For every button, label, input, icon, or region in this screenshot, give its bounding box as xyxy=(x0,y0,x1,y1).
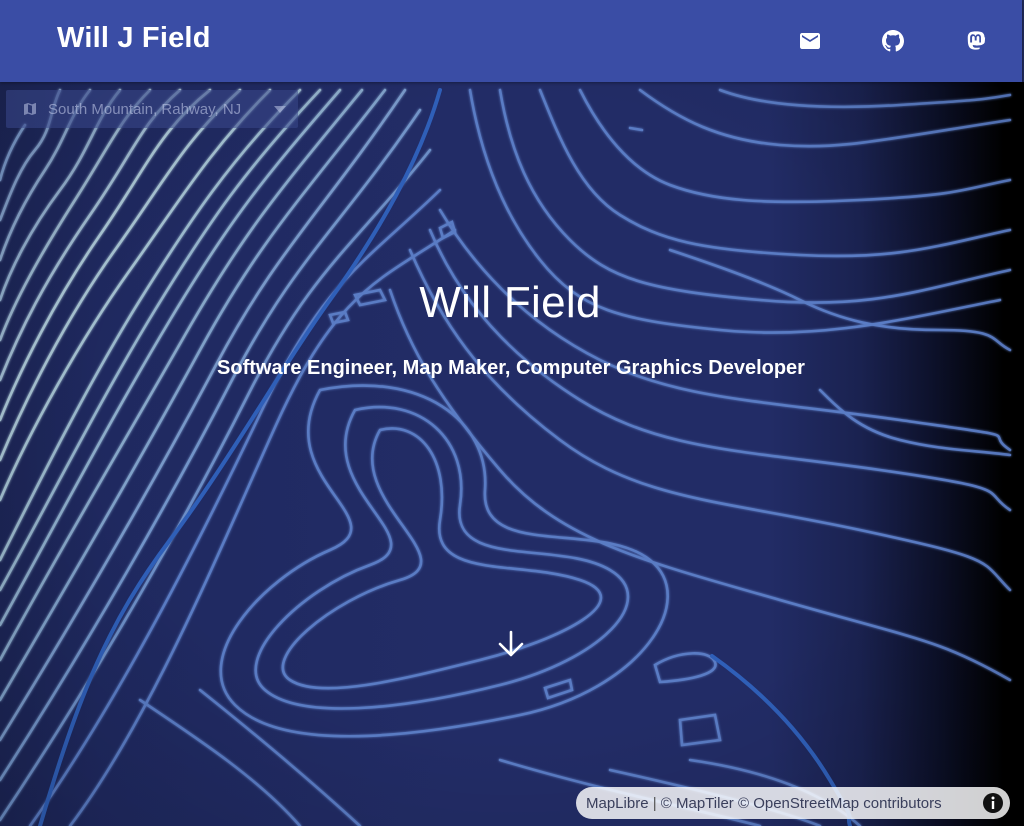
hero-title: Will Field xyxy=(419,278,601,327)
maptiler-link[interactable]: © MapTiler xyxy=(661,795,734,812)
email-link[interactable] xyxy=(795,26,825,56)
github-link[interactable] xyxy=(878,26,908,56)
location-select[interactable]: South Mountain, Rahway, NJ xyxy=(6,90,298,128)
map-attribution: MapLibre | © MapTiler © OpenStreetMap co… xyxy=(576,787,1010,819)
attribution-text: MapLibre | © MapTiler © OpenStreetMap co… xyxy=(586,795,942,812)
contour-lines xyxy=(0,88,1012,826)
topographic-map[interactable] xyxy=(0,82,1024,826)
top-app-bar: Will J Field xyxy=(0,0,1022,82)
location-select-value: South Mountain, Rahway, NJ xyxy=(48,101,242,118)
mail-icon xyxy=(800,33,820,49)
github-icon xyxy=(882,30,904,52)
maplibre-link[interactable]: MapLibre xyxy=(586,795,649,812)
mastodon-icon xyxy=(967,31,986,50)
site-brand[interactable]: Will J Field xyxy=(57,22,211,55)
info-icon xyxy=(983,793,1003,813)
map-icon xyxy=(24,103,36,115)
scroll-down-button[interactable] xyxy=(495,628,527,660)
attribution-info-button[interactable] xyxy=(982,792,1004,814)
arrow-down-icon xyxy=(498,630,524,657)
mastodon-link[interactable] xyxy=(961,26,991,56)
openstreetmap-link[interactable]: © OpenStreetMap contributors xyxy=(738,795,942,812)
caret-down-icon xyxy=(274,106,286,113)
attribution-separator: | xyxy=(648,794,661,812)
hero-subtitle: Software Engineer, Map Maker, Computer G… xyxy=(217,357,805,379)
